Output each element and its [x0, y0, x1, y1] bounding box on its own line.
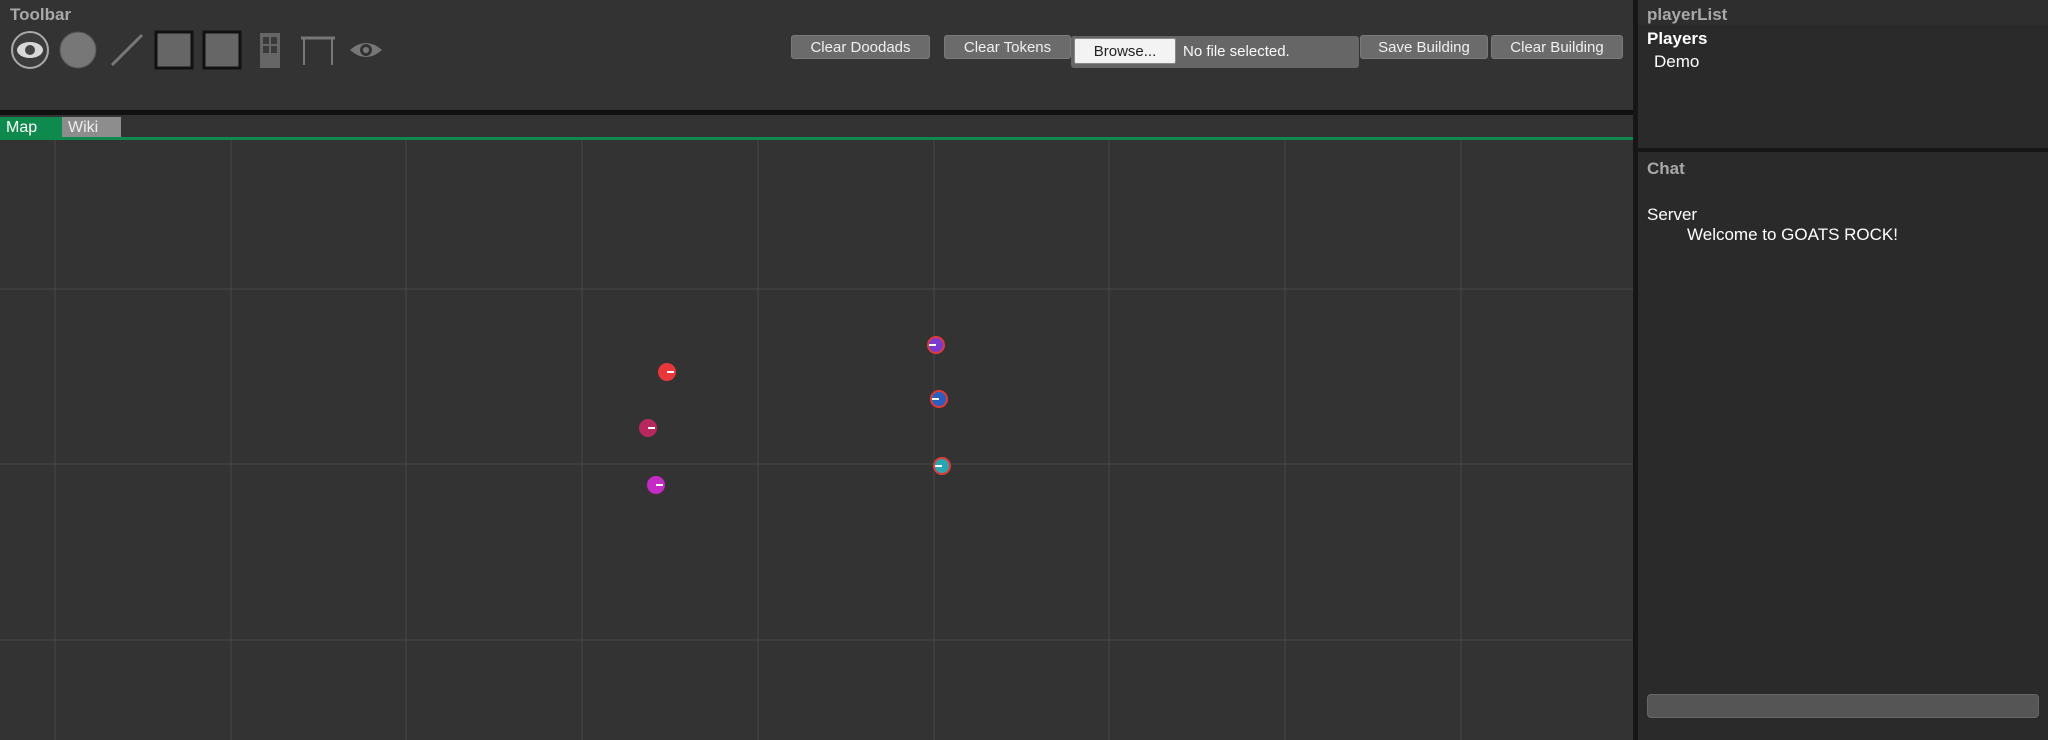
table-tool-icon[interactable]: [298, 30, 338, 70]
player-list-panel: playerList Players Demo: [1638, 0, 2048, 148]
file-status: No file selected.: [1183, 43, 1290, 60]
map-token[interactable]: [658, 363, 676, 381]
clear-doodads-button[interactable]: Clear Doodads: [791, 35, 930, 59]
clear-tokens-button[interactable]: Clear Tokens: [944, 35, 1071, 59]
wall-tool-icon[interactable]: [154, 30, 194, 70]
player-item[interactable]: Demo: [1654, 52, 1699, 72]
chat-panel: Chat Server Welcome to GOATS ROCK!: [1638, 152, 2048, 740]
chat-input[interactable]: [1647, 694, 2039, 718]
map-token[interactable]: [930, 390, 948, 408]
player-list: Players Demo: [1638, 25, 2048, 148]
browse-button[interactable]: Browse...: [1074, 38, 1176, 64]
eye-tool-icon[interactable]: [10, 30, 50, 70]
door-tool-icon[interactable]: [250, 30, 290, 70]
save-building-button[interactable]: Save Building: [1360, 35, 1488, 59]
map-grid: [0, 140, 1633, 740]
tab-wiki[interactable]: Wiki: [62, 117, 121, 139]
line-tool-icon[interactable]: [106, 30, 146, 70]
map-canvas[interactable]: [0, 140, 1633, 740]
clear-building-button[interactable]: Clear Building: [1491, 35, 1623, 59]
tab-map[interactable]: Map: [0, 117, 62, 139]
players-heading: Players: [1647, 29, 1708, 48]
chat-title: Chat: [1647, 159, 1685, 178]
toolbar: Toolbar Clear Doodads Clear Tokens Brows…: [0, 0, 1633, 110]
room-tool-icon[interactable]: [202, 30, 242, 70]
map-token[interactable]: [647, 476, 665, 494]
file-input[interactable]: Browse... No file selected.: [1071, 36, 1359, 68]
visibility-tool-icon[interactable]: [346, 30, 386, 70]
map-token[interactable]: [639, 419, 657, 437]
map-token[interactable]: [933, 457, 951, 475]
map-token[interactable]: [927, 336, 945, 354]
circle-tool-icon[interactable]: [58, 30, 98, 70]
player-list-title: playerList: [1647, 5, 1728, 24]
chat-sender: Server: [1647, 205, 1698, 224]
toolbar-title: Toolbar: [10, 5, 72, 24]
chat-message: Welcome to GOATS ROCK!: [1687, 225, 1898, 244]
